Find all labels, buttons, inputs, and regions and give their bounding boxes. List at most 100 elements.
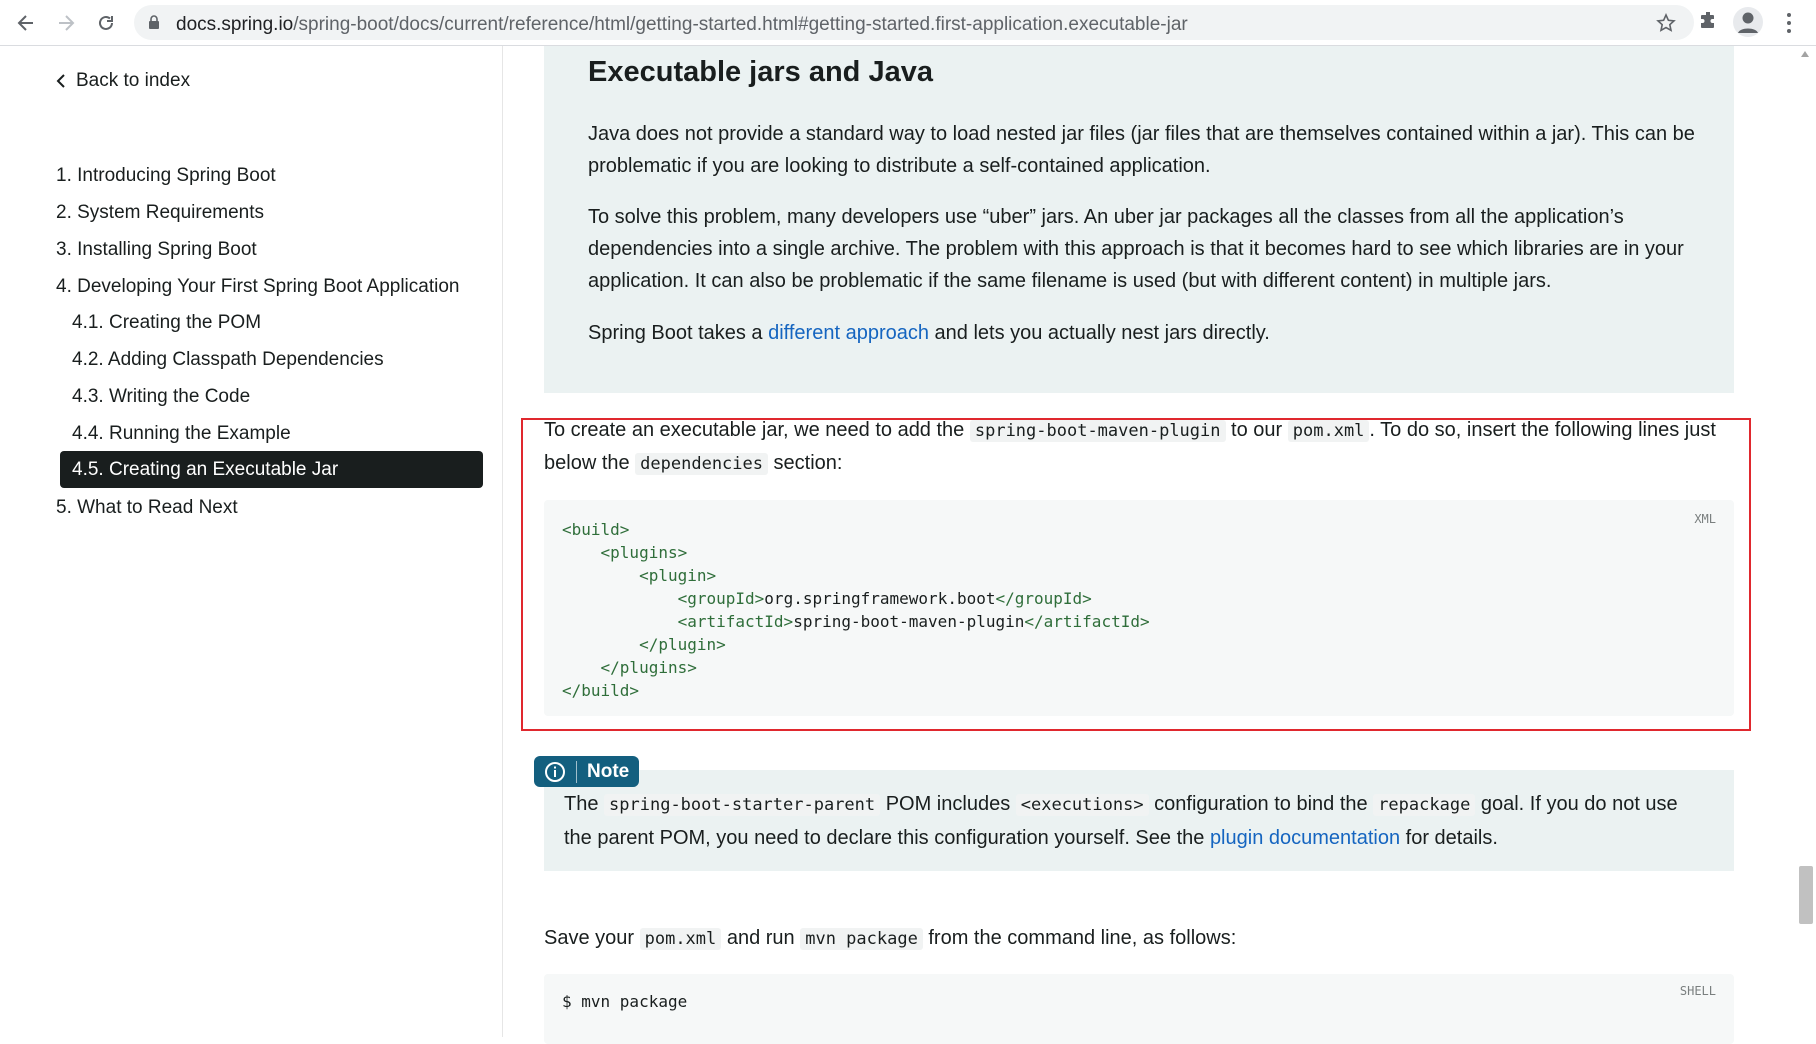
menu-icon — [1787, 13, 1791, 33]
panel-paragraph-2-line-1: To solve this problem, many developers u… — [588, 206, 1624, 228]
note-text-d: goal. If you do not use — [1475, 793, 1678, 815]
forward-button[interactable] — [50, 7, 82, 39]
note-text-b: POM includes — [880, 793, 1016, 815]
code-line-4-open: <groupId> — [677, 589, 765, 608]
toc-item-executable-jar[interactable]: 4.5. Creating an Executable Jar — [60, 451, 483, 488]
code-mvn-package: mvn package — [800, 928, 923, 950]
url-path: /spring-boot/docs/current/reference/html… — [293, 14, 1188, 35]
back-button[interactable] — [10, 7, 42, 39]
reload-button[interactable] — [90, 7, 122, 39]
code-line-7: </plugins> — [600, 658, 697, 677]
note-text-a: The — [564, 793, 605, 815]
p3-text-after: and lets you actually nest jars directly… — [928, 322, 1270, 344]
shell-command: $ mvn package — [562, 992, 688, 1011]
toc-item-developing[interactable]: 4. Developing Your First Spring Boot App… — [56, 275, 459, 299]
back-icon — [17, 15, 33, 31]
toc-item-what-to-read[interactable]: 5. What to Read Next — [56, 496, 238, 520]
back-to-index-label: Back to index — [76, 70, 191, 91]
profile-icon — [1738, 12, 1758, 33]
executable-jars-panel: Executable jars and Java Java does not p… — [544, 46, 1734, 393]
note-label: Note — [587, 760, 630, 782]
toc-item-system-requirements[interactable]: 2. System Requirements — [56, 201, 264, 225]
url-text: docs.spring.io/spring-boot/docs/current/… — [176, 14, 1188, 36]
scroll-up-icon[interactable] — [1800, 50, 1810, 58]
menu-button[interactable] — [1786, 12, 1792, 39]
toc-item-writing-code[interactable]: 4.3. Writing the Code — [72, 385, 250, 409]
note-badge-divider — [576, 760, 577, 783]
forward-icon — [59, 15, 75, 31]
panel-paragraph-1-line-1: Java does not provide a standard way to … — [588, 123, 1695, 145]
code-repackage: repackage — [1373, 794, 1476, 816]
reload-icon — [99, 15, 113, 30]
url-host: docs.spring.io — [176, 14, 294, 35]
intro-text-c: . To do so, insert the following lines j… — [1369, 419, 1716, 441]
intro-text-d: below the — [544, 452, 636, 474]
vertical-scrollbar[interactable] — [1794, 46, 1816, 1037]
code-line-3: <plugin> — [639, 566, 717, 585]
code-line-8: </build> — [562, 681, 640, 700]
intro-text-a: To create an executable jar, we need to … — [544, 419, 970, 441]
toc-item-running-example[interactable]: 4.4. Running the Example — [72, 422, 291, 446]
code-line-5-close: </artifactId> — [1024, 612, 1150, 631]
code-line-5-open: <artifactId> — [677, 612, 794, 631]
code-pom-xml-2: pom.xml — [639, 928, 722, 950]
intro-line-2: below the dependencies section: — [544, 447, 842, 480]
extensions-icon — [1701, 12, 1714, 28]
star-icon[interactable] — [1656, 13, 1676, 33]
code-spring-boot-maven-plugin: spring-boot-maven-plugin — [969, 420, 1226, 442]
back-to-index-link[interactable]: Back to index — [56, 70, 190, 92]
toc-item-installing[interactable]: 3. Installing Spring Boot — [56, 238, 257, 262]
code-starter-parent: spring-boot-starter-parent — [604, 794, 881, 816]
panel-paragraph-2-line-3: application. It can also be problematic … — [588, 270, 1552, 292]
shell-language-label: SHELL — [1679, 984, 1716, 998]
sidebar-toc: Back to index 1. Introducing Spring Boot… — [0, 46, 503, 1037]
save-text-a: Save your — [544, 927, 640, 949]
intro-text-b: to our — [1225, 419, 1288, 441]
panel-paragraph-2-line-2: dependencies into a single archive. The … — [588, 238, 1684, 260]
note-line-2: the parent POM, you need to declare this… — [564, 822, 1498, 854]
profile-button[interactable] — [1733, 7, 1763, 37]
shell-code-block[interactable]: SHELL $ mvn package — [544, 974, 1734, 1044]
code-pom-xml: pom.xml — [1287, 420, 1370, 442]
code-language-label: XML — [1694, 512, 1716, 526]
code-line-6: </plugin> — [639, 635, 726, 654]
code-executions: <executions> — [1015, 794, 1149, 816]
note-badge: Note — [534, 756, 640, 787]
main-content: Executable jars and Java Java does not p… — [504, 46, 1794, 1044]
save-text-c: from the command line, as follows: — [922, 927, 1237, 949]
chevron-left-icon — [56, 74, 65, 88]
toc-item-classpath-deps[interactable]: 4.2. Adding Classpath Dependencies — [72, 348, 384, 372]
code-line-4-close: </groupId> — [995, 589, 1092, 608]
p3-text-before: Spring Boot takes a — [588, 322, 769, 344]
xml-code-block[interactable]: XML <build> <plugins> <plugin> <groupId>… — [544, 500, 1734, 716]
toc-item-introducing[interactable]: 1. Introducing Spring Boot — [56, 164, 276, 188]
lock-icon — [149, 15, 159, 29]
panel-title: Executable jars and Java — [588, 56, 933, 88]
code-dependencies: dependencies — [635, 453, 768, 475]
panel-paragraph-1-line-2: problematic if you are looking to distri… — [588, 155, 1211, 177]
xml-code: <build> <plugins> <plugin> <groupId>org.… — [562, 518, 1150, 702]
code-line-5-text: spring-boot-maven-plugin — [793, 612, 1025, 631]
panel-paragraph-3: Spring Boot takes a different approach a… — [588, 317, 1270, 349]
note-line-1: The spring-boot-starter-parent POM inclu… — [564, 788, 1678, 821]
code-line-2: <plugins> — [600, 543, 688, 562]
page: Back to index 1. Introducing Spring Boot… — [0, 46, 1816, 1044]
plugin-documentation-link[interactable]: plugin documentation — [1210, 827, 1400, 849]
address-bar[interactable]: docs.spring.io/spring-boot/docs/current/… — [134, 5, 1694, 40]
note-text-c: configuration to bind the — [1148, 793, 1374, 815]
note-text-f: for details. — [1400, 827, 1498, 849]
info-icon — [545, 761, 565, 782]
toc-item-creating-pom[interactable]: 4.1. Creating the POM — [72, 311, 261, 335]
intro-text-e: section: — [768, 452, 843, 474]
note-admonition: The spring-boot-starter-parent POM inclu… — [544, 770, 1734, 871]
code-line-4-text: org.springframework.boot — [764, 589, 996, 608]
different-approach-link[interactable]: different approach — [768, 322, 929, 344]
browser-toolbar: docs.spring.io/spring-boot/docs/current/… — [0, 0, 1816, 46]
save-text-b: and run — [721, 927, 801, 949]
scrollbar-thumb[interactable] — [1799, 866, 1813, 924]
note-text-e: the parent POM, you need to declare this… — [564, 827, 1210, 849]
code-line-1: <build> — [562, 520, 630, 539]
intro-line-1: To create an executable jar, we need to … — [544, 414, 1716, 447]
save-paragraph: Save your pom.xml and run mvn package fr… — [544, 922, 1236, 955]
extensions-button[interactable] — [1698, 9, 1720, 36]
